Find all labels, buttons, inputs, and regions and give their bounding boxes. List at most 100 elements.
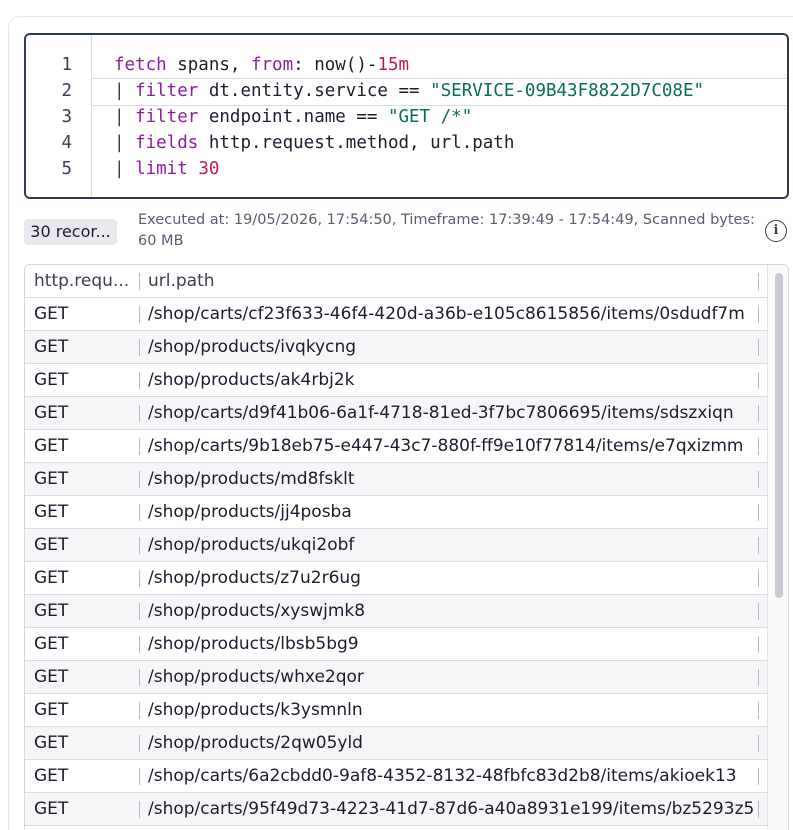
code-text: fetch spans, from: now()-15m bbox=[114, 52, 409, 78]
table-row[interactable]: GET/shop/products/z7u2r6ug bbox=[25, 562, 767, 595]
code-line[interactable]: 2 | filter dt.entity.service == "SERVICE-… bbox=[26, 78, 787, 106]
table-row[interactable]: GET/shop/carts/9b18eb75-e447-43c7-880f-f… bbox=[25, 430, 767, 463]
table-row[interactable]: GET/shop/carts/6a2cbdd0-9af8-4352-8132-4… bbox=[25, 760, 767, 793]
cell-url-path: /shop/products/2qw05yld bbox=[148, 733, 363, 753]
table-row[interactable]: GET/shop/products/whxe2qor bbox=[25, 661, 767, 694]
cell-method: GET bbox=[34, 337, 69, 357]
column-separator bbox=[758, 669, 759, 686]
code-token: spans, bbox=[166, 55, 251, 75]
cell-url-path: /shop/carts/cf23f633-46f4-420d-a36b-e105… bbox=[148, 304, 745, 324]
table-row[interactable]: GET/shop/products/ivqkycng bbox=[25, 331, 767, 364]
execution-info: Executed at: 19/05/2026, 17:54:50, Timef… bbox=[138, 212, 755, 249]
table-row[interactable]: GET/shop/carts/d9f41b06-6a1f-4718-81ed-3… bbox=[25, 397, 767, 430]
column-separator bbox=[139, 603, 140, 620]
code-token: from bbox=[250, 55, 294, 75]
cell-url-path: /shop/products/jj4posba bbox=[148, 502, 352, 522]
column-separator bbox=[758, 801, 759, 818]
line-number: 1 bbox=[61, 55, 72, 75]
cell-url-path: /shop/carts/9b18eb75-e447-43c7-880f-ff9e… bbox=[148, 436, 744, 456]
code-text: | filter dt.entity.service == "SERVICE-0… bbox=[114, 78, 704, 104]
code-text: | fields http.request.method, url.path bbox=[114, 130, 514, 156]
column-separator bbox=[139, 405, 140, 422]
table-row[interactable]: GET/shop/products/2qw05yld bbox=[25, 727, 767, 760]
cell-method: GET bbox=[34, 766, 69, 786]
column-resize-handle[interactable] bbox=[758, 273, 759, 290]
vertical-scrollbar[interactable] bbox=[767, 265, 788, 830]
code-token: limit bbox=[135, 159, 188, 179]
cell-url-path: /shop/products/ivqkycng bbox=[148, 337, 357, 357]
table-row[interactable]: GET/shop/carts/95f49d73-4223-41d7-87d6-a… bbox=[25, 793, 767, 826]
cell-url-path: /shop/carts/6a2cbdd0-9af8-4352-8132-48fb… bbox=[148, 766, 737, 786]
column-separator bbox=[139, 438, 140, 455]
column-separator bbox=[139, 471, 140, 488]
code-token: "GET /*" bbox=[387, 107, 473, 127]
column-resize-handle[interactable] bbox=[139, 273, 140, 290]
record-count-badge[interactable]: 30 recor... bbox=[24, 219, 117, 245]
column-header-method[interactable]: http.requ... bbox=[34, 265, 134, 297]
code-token: "SERVICE-09B43F8822D7C08E" bbox=[430, 81, 705, 101]
cell-method: GET bbox=[34, 700, 69, 720]
column-separator bbox=[758, 636, 759, 653]
line-number: 5 bbox=[61, 159, 72, 179]
table-row[interactable]: GET/shop/products/xyswjmk8 bbox=[25, 595, 767, 628]
table-row[interactable]: GET/shop/carts/cf23f633-46f4-420d-a36b-e… bbox=[25, 298, 767, 331]
cell-url-path: /shop/products/ukqi2obf bbox=[148, 535, 355, 555]
column-separator bbox=[758, 372, 759, 389]
column-separator bbox=[758, 405, 759, 422]
column-separator bbox=[139, 306, 140, 323]
line-number: 2 bbox=[61, 81, 72, 101]
code-token: 15m bbox=[377, 55, 410, 75]
cell-method: GET bbox=[34, 634, 69, 654]
column-separator bbox=[758, 768, 759, 785]
cell-method: GET bbox=[34, 436, 69, 456]
query-editor[interactable]: 1 fetch spans, from: now()-15m 2 | filter d… bbox=[24, 33, 789, 199]
scrollbar-thumb[interactable] bbox=[775, 273, 783, 598]
column-separator bbox=[139, 669, 140, 686]
table-row[interactable]: GET/shop/products/lbsb5bg9 bbox=[25, 628, 767, 661]
column-separator bbox=[139, 768, 140, 785]
table-row[interactable]: GET/shop/products/ukqi2obf bbox=[25, 529, 767, 562]
column-separator bbox=[758, 735, 759, 752]
cell-method: GET bbox=[34, 601, 69, 621]
column-separator bbox=[139, 702, 140, 719]
code-token: | bbox=[114, 159, 136, 179]
column-separator bbox=[758, 438, 759, 455]
column-separator bbox=[758, 570, 759, 587]
column-separator bbox=[758, 702, 759, 719]
code-token: | bbox=[114, 81, 136, 101]
cell-method: GET bbox=[34, 370, 69, 390]
code-text: | filter endpoint.name == "GET /*" bbox=[114, 104, 472, 130]
cell-method: GET bbox=[34, 502, 69, 522]
code-line[interactable]: 1 fetch spans, from: now()-15m bbox=[26, 52, 787, 78]
cell-method: GET bbox=[34, 403, 69, 423]
column-separator bbox=[139, 636, 140, 653]
table-row[interactable]: GET/shop/products/k3ysmnln bbox=[25, 694, 767, 727]
table-row[interactable]: GET/shop/products/md8fsklt bbox=[25, 463, 767, 496]
column-separator bbox=[758, 471, 759, 488]
table-row[interactable]: GET/shop/products/jj4posba bbox=[25, 496, 767, 529]
info-icon[interactable]: i bbox=[765, 220, 787, 242]
code-token: fields bbox=[135, 133, 199, 153]
column-separator bbox=[758, 306, 759, 323]
code-line[interactable]: 4 | fields http.request.method, url.path bbox=[26, 130, 787, 156]
code-token: fetch bbox=[114, 55, 167, 75]
cell-method: GET bbox=[34, 535, 69, 555]
cell-url-path: /shop/products/md8fsklt bbox=[148, 469, 355, 489]
cell-url-path: /shop/carts/95f49d73-4223-41d7-87d6-a40a… bbox=[148, 799, 755, 819]
column-separator bbox=[758, 537, 759, 554]
line-number: 4 bbox=[61, 133, 72, 153]
table-row[interactable]: GET/shop/products/ak4rbj2k bbox=[25, 364, 767, 397]
cell-method: GET bbox=[34, 667, 69, 687]
cell-url-path: /shop/products/z7u2r6ug bbox=[148, 568, 361, 588]
cell-url-path: /shop/products/ak4rbj2k bbox=[148, 370, 355, 390]
code-line[interactable]: 3 | filter endpoint.name == "GET /*" bbox=[26, 104, 787, 130]
code-token: : now()- bbox=[293, 55, 378, 75]
results-table: http.requ... url.path GET/shop/carts/cf2… bbox=[24, 264, 789, 830]
column-header-url-path[interactable]: url.path bbox=[148, 265, 215, 297]
column-separator bbox=[139, 735, 140, 752]
code-token: | bbox=[114, 133, 136, 153]
code-text: | limit 30 bbox=[114, 156, 219, 182]
code-line[interactable]: 5 | limit 30 bbox=[26, 156, 787, 182]
cell-method: GET bbox=[34, 568, 69, 588]
